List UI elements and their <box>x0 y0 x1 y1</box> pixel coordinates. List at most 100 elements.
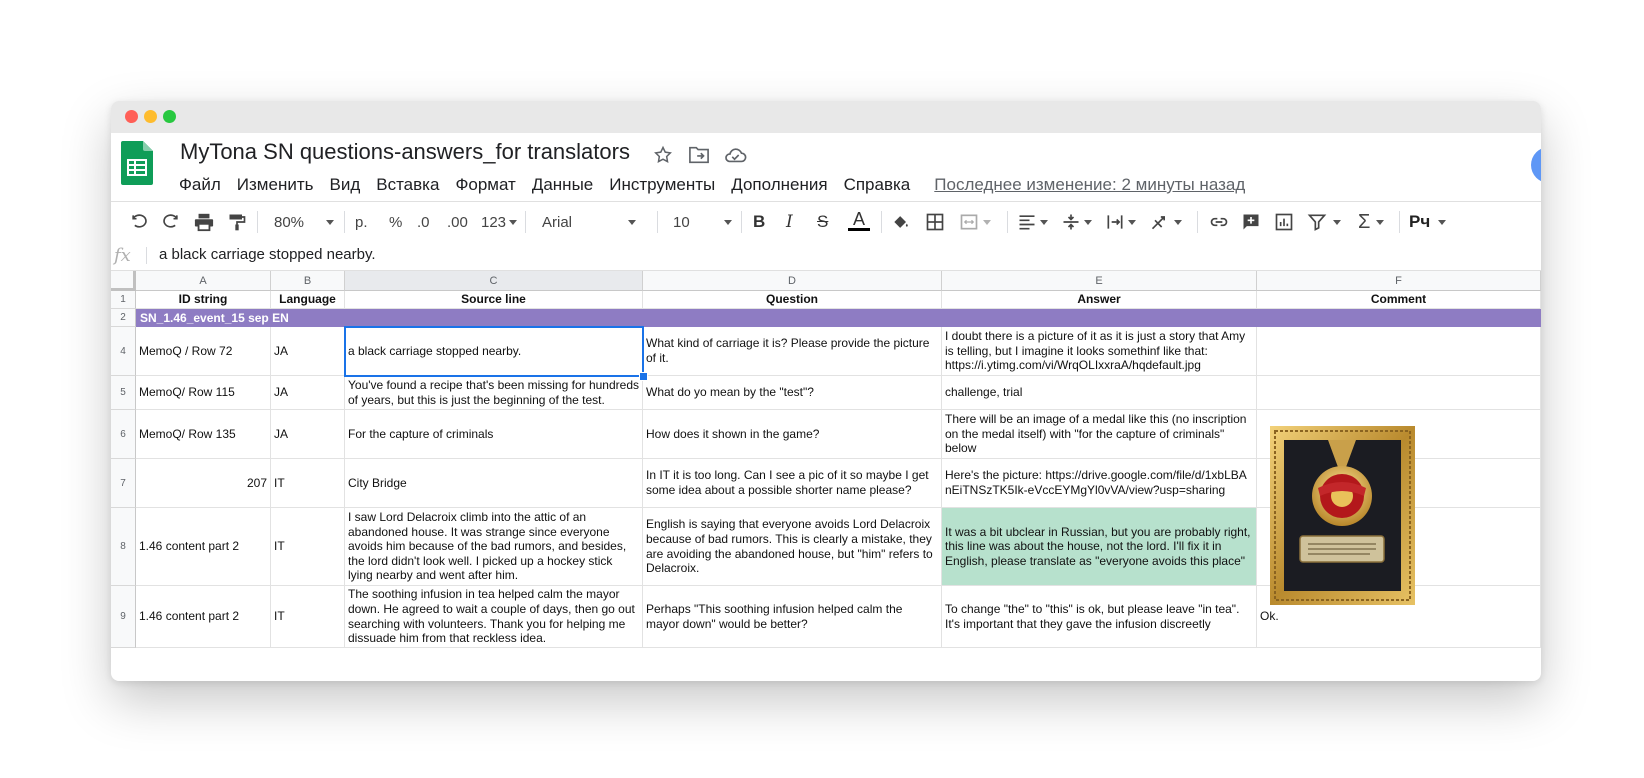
column-header-e[interactable]: E <box>942 271 1257 291</box>
header-cell-id[interactable]: ID string <box>136 291 271 309</box>
table-cell[interactable]: MemoQ/ Row 115 <box>136 376 271 410</box>
bold-button[interactable]: B <box>753 210 765 234</box>
text-color-button[interactable]: A <box>848 210 870 234</box>
table-cell[interactable]: 207 <box>136 459 271 508</box>
table-cell[interactable]: I saw Lord Delacroix climb into the atti… <box>345 508 643 586</box>
menu-format[interactable]: Формат <box>455 175 515 195</box>
table-cell[interactable]: MemoQ / Row 72 <box>136 327 271 376</box>
strikethrough-button[interactable]: S <box>817 210 828 234</box>
table-cell[interactable]: English is saying that everyone avoids L… <box>643 508 942 586</box>
row-header[interactable]: 6 <box>111 410 136 459</box>
table-cell[interactable]: It was a bit ubclear in Russian, but you… <box>942 508 1257 586</box>
menu-addons[interactable]: Дополнения <box>731 175 827 195</box>
filter-icon[interactable] <box>1307 210 1341 234</box>
merge-cells-icon[interactable] <box>959 210 991 234</box>
header-cell-answer[interactable]: Answer <box>942 291 1257 309</box>
table-cell[interactable]: In IT it is too long. Can I see a pic of… <box>643 459 942 508</box>
table-cell[interactable]: Here's the picture: https://drive.google… <box>942 459 1257 508</box>
more-formats-select[interactable]: 123 <box>481 210 518 234</box>
table-cell[interactable]: 1.46 content part 2 <box>136 586 271 648</box>
table-cell[interactable]: IT <box>271 459 345 508</box>
group-band-cell[interactable]: SN_1.46_event_15 sep EN <box>136 309 1541 327</box>
table-cell[interactable]: JA <box>271 376 345 410</box>
account-avatar[interactable] <box>1531 147 1541 183</box>
font-size-select[interactable]: 10 <box>673 210 733 234</box>
table-cell[interactable]: What do yo mean by the "test"? <box>643 376 942 410</box>
table-cell[interactable]: How does it shown in the game? <box>643 410 942 459</box>
font-select[interactable]: Arial <box>542 210 645 234</box>
print-icon[interactable] <box>193 210 215 234</box>
italic-button[interactable]: I <box>786 210 793 234</box>
column-header-b[interactable]: B <box>271 271 345 291</box>
menu-file[interactable]: Файл <box>179 175 221 195</box>
borders-icon[interactable] <box>925 210 945 234</box>
currency-format-button[interactable]: р. <box>355 210 368 234</box>
star-icon[interactable] <box>651 143 675 167</box>
table-cell[interactable]: a black carriage stopped nearby. <box>345 327 643 376</box>
row-header[interactable]: 4 <box>111 327 136 376</box>
table-cell[interactable]: challenge, trial <box>942 376 1257 410</box>
table-cell[interactable]: JA <box>271 327 345 376</box>
insert-chart-icon[interactable] <box>1274 210 1294 234</box>
column-header-f[interactable]: F <box>1257 271 1541 291</box>
menu-insert[interactable]: Вставка <box>376 175 439 195</box>
align-horizontal-icon[interactable] <box>1017 210 1048 234</box>
table-cell[interactable]: What kind of carriage it is? Please prov… <box>643 327 942 376</box>
fill-color-icon[interactable] <box>891 210 911 234</box>
move-folder-icon[interactable] <box>687 143 711 167</box>
text-wrap-icon[interactable] <box>1105 210 1136 234</box>
table-cell[interactable]: Perhaps "This soothing infusion helped c… <box>643 586 942 648</box>
column-header-c[interactable]: C <box>345 271 643 291</box>
header-cell-language[interactable]: Language <box>271 291 345 309</box>
table-cell[interactable]: I doubt there is a picture of it as it i… <box>942 327 1257 376</box>
table-cell[interactable] <box>1257 376 1541 410</box>
insert-link-icon[interactable] <box>1208 210 1230 234</box>
undo-icon[interactable] <box>129 210 149 234</box>
table-cell[interactable]: For the capture of criminals <box>345 410 643 459</box>
header-cell-source[interactable]: Source line <box>345 291 643 309</box>
minimize-window-button[interactable] <box>144 110 157 123</box>
redo-icon[interactable] <box>161 210 181 234</box>
increase-decimal-button[interactable]: .00 <box>447 210 468 234</box>
fill-handle[interactable] <box>639 372 648 381</box>
table-cell[interactable]: There will be an image of a medal like t… <box>942 410 1257 459</box>
text-rotation-icon[interactable] <box>1149 210 1182 234</box>
select-all-corner[interactable] <box>111 271 136 291</box>
row-header[interactable]: 9 <box>111 586 136 648</box>
row-header[interactable]: 1 <box>111 291 136 309</box>
table-cell[interactable]: You've found a recipe that's been missin… <box>345 376 643 410</box>
insert-comment-icon[interactable] <box>1241 210 1261 234</box>
decrease-decimal-button[interactable]: .0 <box>417 210 430 234</box>
column-header-a[interactable]: A <box>136 271 271 291</box>
table-cell[interactable]: IT <box>271 508 345 586</box>
header-cell-comment[interactable]: Comment <box>1257 291 1541 309</box>
table-cell[interactable]: MemoQ/ Row 135 <box>136 410 271 459</box>
table-cell[interactable]: IT <box>271 586 345 648</box>
zoom-select[interactable]: 80% <box>274 210 335 234</box>
menu-edit[interactable]: Изменить <box>237 175 314 195</box>
functions-icon[interactable]: Σ <box>1358 210 1385 234</box>
row-header[interactable]: 5 <box>111 376 136 410</box>
table-cell[interactable]: 1.46 content part 2 <box>136 508 271 586</box>
table-cell[interactable]: JA <box>271 410 345 459</box>
menu-help[interactable]: Справка <box>844 175 911 195</box>
sheets-logo-icon[interactable] <box>121 141 153 185</box>
row-header[interactable]: 2 <box>111 309 136 327</box>
cloud-status-icon[interactable] <box>723 143 747 167</box>
paint-format-icon[interactable] <box>227 210 247 234</box>
close-window-button[interactable] <box>125 110 138 123</box>
maximize-window-button[interactable] <box>163 110 176 123</box>
last-edit-link[interactable]: Последнее изменение: 2 минуты назад <box>934 175 1245 195</box>
column-header-d[interactable]: D <box>643 271 942 291</box>
menu-data[interactable]: Данные <box>532 175 593 195</box>
medal-image[interactable] <box>1270 426 1415 605</box>
table-cell[interactable]: The soothing infusion in tea helped calm… <box>345 586 643 648</box>
header-cell-question[interactable]: Question <box>643 291 942 309</box>
input-tools-icon[interactable]: Рч <box>1409 210 1447 234</box>
percent-format-button[interactable]: % <box>389 210 402 234</box>
row-header[interactable]: 7 <box>111 459 136 508</box>
formula-input[interactable]: a black carriage stopped nearby. <box>159 246 376 263</box>
table-cell[interactable]: City Bridge <box>345 459 643 508</box>
menu-view[interactable]: Вид <box>329 175 360 195</box>
align-vertical-icon[interactable] <box>1061 210 1092 234</box>
